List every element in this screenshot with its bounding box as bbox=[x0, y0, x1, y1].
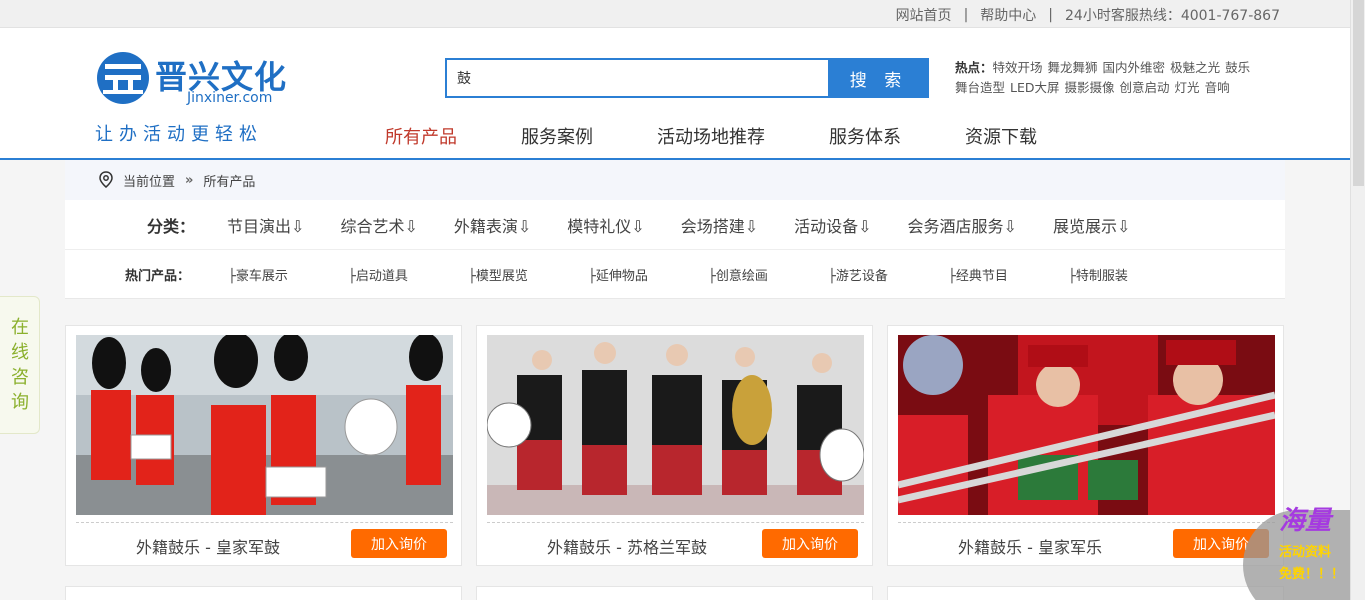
hot-keyword[interactable]: 创意启动 bbox=[1120, 80, 1170, 95]
hot-product-item[interactable]: ├经典节目 bbox=[948, 265, 1068, 284]
scrollbar-thumb[interactable] bbox=[1353, 0, 1364, 186]
logo[interactable]: 晋兴文化 Jinxiner.com bbox=[95, 50, 295, 110]
hot-keyword[interactable]: 摄影摄像 bbox=[1065, 80, 1115, 95]
slogan: 让办活动更轻松 bbox=[95, 124, 263, 145]
free-materials-promo[interactable]: 海量 活动资料 免费！！！ bbox=[1243, 500, 1365, 600]
category-item[interactable]: 展览展示⇩ bbox=[1053, 213, 1130, 237]
logo-icon bbox=[97, 52, 149, 104]
category-item[interactable]: 综合艺术⇩ bbox=[340, 213, 417, 237]
hot-keyword[interactable]: 极魅之光 bbox=[1170, 60, 1220, 75]
category-item[interactable]: 节目演出⇩ bbox=[227, 213, 304, 237]
hot-product-item[interactable]: ├启动道具 bbox=[348, 265, 468, 284]
nav-all-products[interactable]: 所有产品 bbox=[385, 123, 457, 149]
brand-domain: Jinxiner.com bbox=[187, 90, 273, 106]
filter-panel: 分类： 节目演出⇩ 综合艺术⇩ 外籍表演⇩ 模特礼仪⇩ 会场搭建⇩ 活动设备⇩ … bbox=[65, 200, 1285, 298]
category-label: 分类： bbox=[147, 216, 196, 236]
product-title[interactable]: 外籍鼓乐 - 苏格兰军鼓 bbox=[547, 534, 707, 558]
promo-line2: 免费！！！ bbox=[1279, 567, 1345, 582]
online-consult-label: 在线咨询 bbox=[11, 317, 29, 413]
promo-text: 活动资料 免费！！！ bbox=[1279, 542, 1344, 586]
search-button[interactable]: 搜 索 bbox=[828, 58, 929, 98]
hot-keyword[interactable]: 灯光 bbox=[1175, 80, 1200, 95]
breadcrumb-arrow: » bbox=[185, 172, 194, 188]
hot-keyword[interactable]: 鼓乐 bbox=[1225, 60, 1250, 75]
hot-products-label: 热门产品： bbox=[125, 268, 191, 284]
section-divider bbox=[65, 298, 1285, 314]
breadcrumb: 当前位置 » 所有产品 bbox=[65, 160, 1285, 200]
search-input[interactable] bbox=[445, 58, 828, 98]
hot-product-item[interactable]: ├特制服装 bbox=[1068, 265, 1188, 284]
product-card[interactable] bbox=[65, 586, 462, 600]
product-title[interactable]: 外籍鼓乐 - 皇家军乐 bbox=[958, 534, 1102, 558]
top-links: 网站首页 | 帮助中心 | 24小时客服热线：4001-767-867 bbox=[896, 5, 1280, 25]
product-card[interactable] bbox=[887, 586, 1284, 600]
category-item[interactable]: 模特礼仪⇩ bbox=[567, 213, 644, 237]
add-inquiry-button[interactable]: 加入询价 bbox=[762, 529, 858, 558]
category-row: 分类： 节目演出⇩ 综合艺术⇩ 外籍表演⇩ 模特礼仪⇩ 会场搭建⇩ 活动设备⇩ … bbox=[65, 200, 1285, 250]
product-image[interactable] bbox=[76, 335, 453, 515]
category-item[interactable]: 会场搭建⇩ bbox=[681, 213, 758, 237]
hot-product-item[interactable]: ├豪车展示 bbox=[228, 265, 348, 284]
product-card[interactable]: 外籍鼓乐 - 皇家军乐 加入询价 bbox=[887, 325, 1284, 566]
promo-line1: 活动资料 bbox=[1279, 545, 1332, 560]
hot-product-item[interactable]: ├创意绘画 bbox=[708, 265, 828, 284]
product-title[interactable]: 外籍鼓乐 - 皇家军鼓 bbox=[136, 534, 280, 558]
hot-product-item[interactable]: ├游艺设备 bbox=[828, 265, 948, 284]
help-link[interactable]: 帮助中心 bbox=[980, 5, 1036, 25]
breadcrumb-label: 当前位置 bbox=[123, 174, 176, 190]
home-link[interactable]: 网站首页 bbox=[896, 5, 952, 25]
hot-keyword[interactable]: 舞台造型 bbox=[955, 80, 1005, 95]
header: 晋兴文化 Jinxiner.com 让办活动更轻松 搜 索 热点：特效开场舞龙舞… bbox=[0, 28, 1350, 160]
page: 网站首页 | 帮助中心 | 24小时客服热线：4001-767-867 晋兴文化… bbox=[0, 0, 1365, 600]
location-pin-icon bbox=[99, 171, 113, 188]
breadcrumb-current[interactable]: 所有产品 bbox=[203, 171, 255, 190]
scrollbar[interactable] bbox=[1350, 0, 1365, 600]
hot-keyword[interactable]: 音响 bbox=[1205, 80, 1230, 95]
category-item[interactable]: 活动设备⇩ bbox=[794, 213, 871, 237]
nav-resource-download[interactable]: 资源下载 bbox=[965, 123, 1037, 149]
hot-keywords: 热点：特效开场 舞龙舞狮 国内外维密 极魅之光 鼓乐 舞台造型 LED大屏 摄影摄像 创意启动… bbox=[955, 58, 1275, 98]
nav-venue-recommend[interactable]: 活动场地推荐 bbox=[657, 123, 765, 149]
hot-keyword[interactable]: 特效开场 bbox=[993, 60, 1043, 75]
online-consult-tab[interactable]: 在线咨询 bbox=[0, 296, 40, 434]
category-item[interactable]: 会务酒店服务⇩ bbox=[908, 213, 1017, 237]
card-divider bbox=[76, 522, 453, 523]
nav-service-cases[interactable]: 服务案例 bbox=[521, 123, 593, 149]
hot-product-item[interactable]: ├模型展览 bbox=[468, 265, 588, 284]
main-nav: 所有产品 服务案例 活动场地推荐 服务体系 资源下载 bbox=[385, 123, 1101, 149]
hot-products-row: 热门产品： ├豪车展示 ├启动道具 ├模型展览 ├延伸物品 ├创意绘画 ├游艺设… bbox=[65, 251, 1285, 297]
card-divider bbox=[898, 522, 1275, 523]
product-card[interactable]: 外籍鼓乐 - 苏格兰军鼓 加入询价 bbox=[476, 325, 873, 566]
add-inquiry-button[interactable]: 加入询价 bbox=[351, 529, 447, 558]
hot-keyword[interactable]: LED大屏 bbox=[1010, 80, 1060, 95]
card-divider bbox=[487, 522, 864, 523]
nav-service-system[interactable]: 服务体系 bbox=[829, 123, 901, 149]
hot-keyword[interactable]: 国内外维密 bbox=[1103, 60, 1166, 75]
product-card[interactable]: 外籍鼓乐 - 皇家军鼓 加入询价 bbox=[65, 325, 462, 566]
hotline-text: 24小时客服热线：4001-767-867 bbox=[1065, 8, 1280, 24]
divider: | bbox=[963, 7, 969, 23]
product-card[interactable] bbox=[476, 586, 873, 600]
product-image[interactable] bbox=[898, 335, 1275, 515]
top-bar: 网站首页 | 帮助中心 | 24小时客服热线：4001-767-867 bbox=[0, 0, 1350, 28]
product-image[interactable] bbox=[487, 335, 864, 515]
promo-headline: 海量 bbox=[1279, 506, 1332, 536]
hot-keywords-label: 热点： bbox=[955, 60, 993, 75]
hot-product-item[interactable]: ├延伸物品 bbox=[588, 265, 708, 284]
hot-keyword[interactable]: 舞龙舞狮 bbox=[1048, 60, 1098, 75]
divider: | bbox=[1048, 7, 1053, 23]
category-item[interactable]: 外籍表演⇩ bbox=[454, 213, 531, 237]
search-bar: 搜 索 bbox=[445, 58, 929, 98]
